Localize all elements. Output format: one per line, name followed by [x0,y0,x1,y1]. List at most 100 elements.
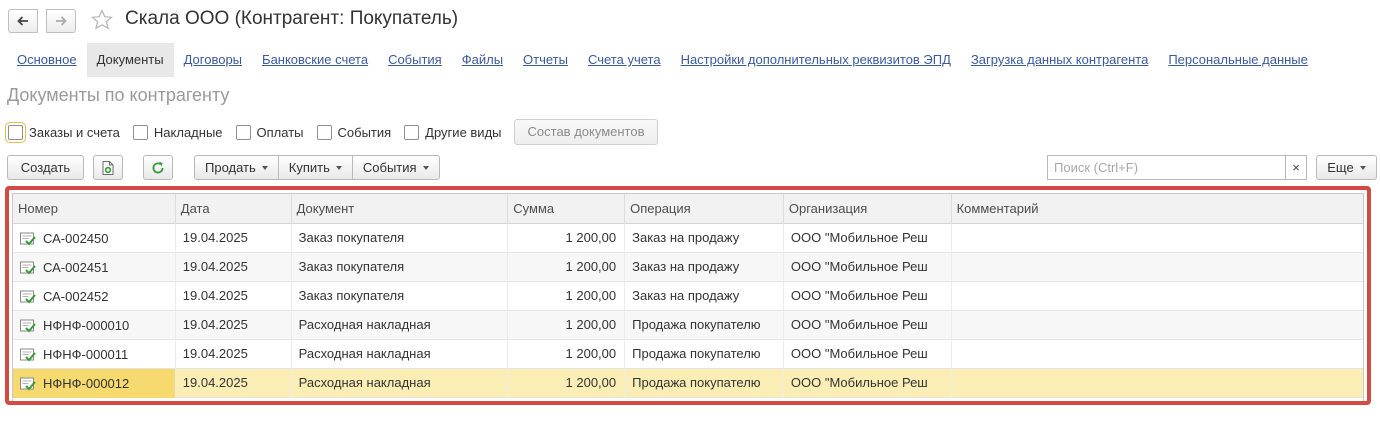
chevron-down-icon [335,165,342,170]
tab-epd-settings[interactable]: Настройки дополнительных реквизитов ЭПД [671,43,961,77]
cell-number: НФНФ-000010 [13,311,176,340]
create-button[interactable]: Создать [7,155,84,180]
posted-document-icon [20,348,36,361]
table-row[interactable]: СА-002451 19.04.2025 Заказ покупателя 1 … [13,253,1363,282]
column-header-number[interactable]: Номер [13,194,176,224]
table-row-selected[interactable]: НФНФ-000012 19.04.2025 Расходная накладн… [13,369,1363,398]
tab-main[interactable]: Основное [7,43,87,77]
filter-orders[interactable]: Заказы и счета [4,121,120,143]
table-row[interactable]: СА-002452 19.04.2025 Заказ покупателя 1 … [13,282,1363,311]
column-header-document[interactable]: Документ [292,194,509,224]
cell-organization: ООО "Мобильное Реш [784,340,952,369]
tab-files[interactable]: Файлы [452,43,513,77]
cell-document: Расходная накладная [292,340,509,369]
checkbox[interactable] [132,124,148,140]
cell-comment [952,311,1363,340]
search-input[interactable] [1047,155,1286,180]
cell-date: 19.04.2025 [176,340,292,369]
section-title: Документы по контрагенту [7,85,230,105]
document-number: СА-002450 [43,230,109,246]
clear-search-button[interactable]: × [1285,155,1307,180]
cell-sum: 1 200,00 [508,224,626,253]
documents-composition-button[interactable]: Состав документов [513,119,659,145]
cell-sum: 1 200,00 [508,311,626,340]
column-header-sum[interactable]: Сумма [508,194,626,224]
filter-label: Заказы и счета [29,124,120,140]
cell-date: 19.04.2025 [176,311,292,340]
tab-data-import[interactable]: Загрузка данных контрагента [961,43,1158,77]
back-button[interactable] [8,9,38,33]
tab-bank-accounts[interactable]: Банковские счета [252,43,378,77]
posted-document-icon [20,290,36,303]
cell-comment [952,253,1363,282]
chevron-down-icon [1359,165,1366,170]
cell-sum: 1 200,00 [508,282,626,311]
filter-other[interactable]: Другие виды [404,124,502,140]
cell-organization: ООО "Мобильное Реш [784,369,952,398]
document-number: НФНФ-000012 [43,375,130,391]
more-label: Еще [1327,160,1354,175]
document-number: НФНФ-000011 [43,346,129,362]
buy-dropdown[interactable]: Купить [277,155,353,180]
star-icon[interactable] [90,8,114,32]
tab-reports[interactable]: Отчеты [513,43,578,77]
add-document-icon [102,160,114,175]
table-row[interactable]: НФНФ-000010 19.04.2025 Расходная накладн… [13,311,1363,340]
cell-number: СА-002451 [13,253,176,282]
posted-document-icon [20,232,36,245]
chevron-down-icon [422,165,429,170]
cell-document: Расходная накладная [292,311,509,340]
checkbox[interactable] [5,121,26,143]
checkbox[interactable] [316,124,332,140]
refresh-button[interactable] [143,155,173,180]
cell-sum: 1 200,00 [508,369,626,398]
cell-comment [952,224,1363,253]
cell-organization: ООО "Мобильное Реш [784,224,952,253]
buy-label: Купить [288,160,330,175]
table-row[interactable]: СА-002450 19.04.2025 Заказ покупателя 1 … [13,224,1363,253]
filter-payments[interactable]: Оплаты [235,124,304,140]
cell-comment [952,369,1363,398]
cell-operation: Заказ на продажу [625,224,784,253]
sell-label: Продать [205,160,256,175]
table-row[interactable]: НФНФ-000011 19.04.2025 Расходная накладн… [13,340,1363,369]
tab-accounts[interactable]: Счета учета [578,43,671,77]
cell-document: Заказ покупателя [292,253,509,282]
cell-organization: ООО "Мобильное Реш [784,282,952,311]
events-dropdown[interactable]: События [351,155,440,180]
more-button[interactable]: Еще [1316,155,1377,180]
column-header-operation[interactable]: Операция [625,194,784,224]
documents-table[interactable]: Номер Дата Документ Сумма Операция Орган… [12,193,1364,401]
chevron-down-icon [261,165,268,170]
tab-documents[interactable]: Документы [86,43,174,77]
cell-date: 19.04.2025 [176,224,292,253]
arrow-right-icon [56,16,67,26]
checkbox[interactable] [235,124,251,140]
column-header-comment[interactable]: Комментарий [952,194,1363,224]
document-number: СА-002452 [43,288,109,304]
column-header-date[interactable]: Дата [176,194,292,224]
refresh-icon [152,161,164,173]
checkbox[interactable] [404,124,420,140]
tab-events[interactable]: События [378,43,452,77]
tab-personal-data[interactable]: Персональные данные [1158,43,1318,77]
cell-operation: Заказ на продажу [625,282,784,311]
cell-operation: Продажа покупателю [625,340,784,369]
tab-contracts[interactable]: Договоры [174,43,252,77]
sell-dropdown[interactable]: Продать [194,155,279,180]
posted-document-icon [20,319,36,332]
cell-date: 19.04.2025 [176,253,292,282]
cell-number: СА-002452 [13,282,176,311]
copy-button[interactable] [93,155,123,180]
cell-document: Заказ покупателя [292,224,509,253]
cell-document: Расходная накладная [292,369,509,398]
column-header-organization[interactable]: Организация [784,194,952,224]
cell-comment [952,340,1363,369]
filter-label: Другие виды [425,124,502,140]
filter-invoices[interactable]: Накладные [132,124,223,140]
filter-events[interactable]: События [316,124,391,140]
cell-number: НФНФ-000011 [13,340,176,369]
forward-button[interactable] [46,9,76,33]
cell-operation: Продажа покупателю [625,369,784,398]
cell-organization: ООО "Мобильное Реш [784,253,952,282]
